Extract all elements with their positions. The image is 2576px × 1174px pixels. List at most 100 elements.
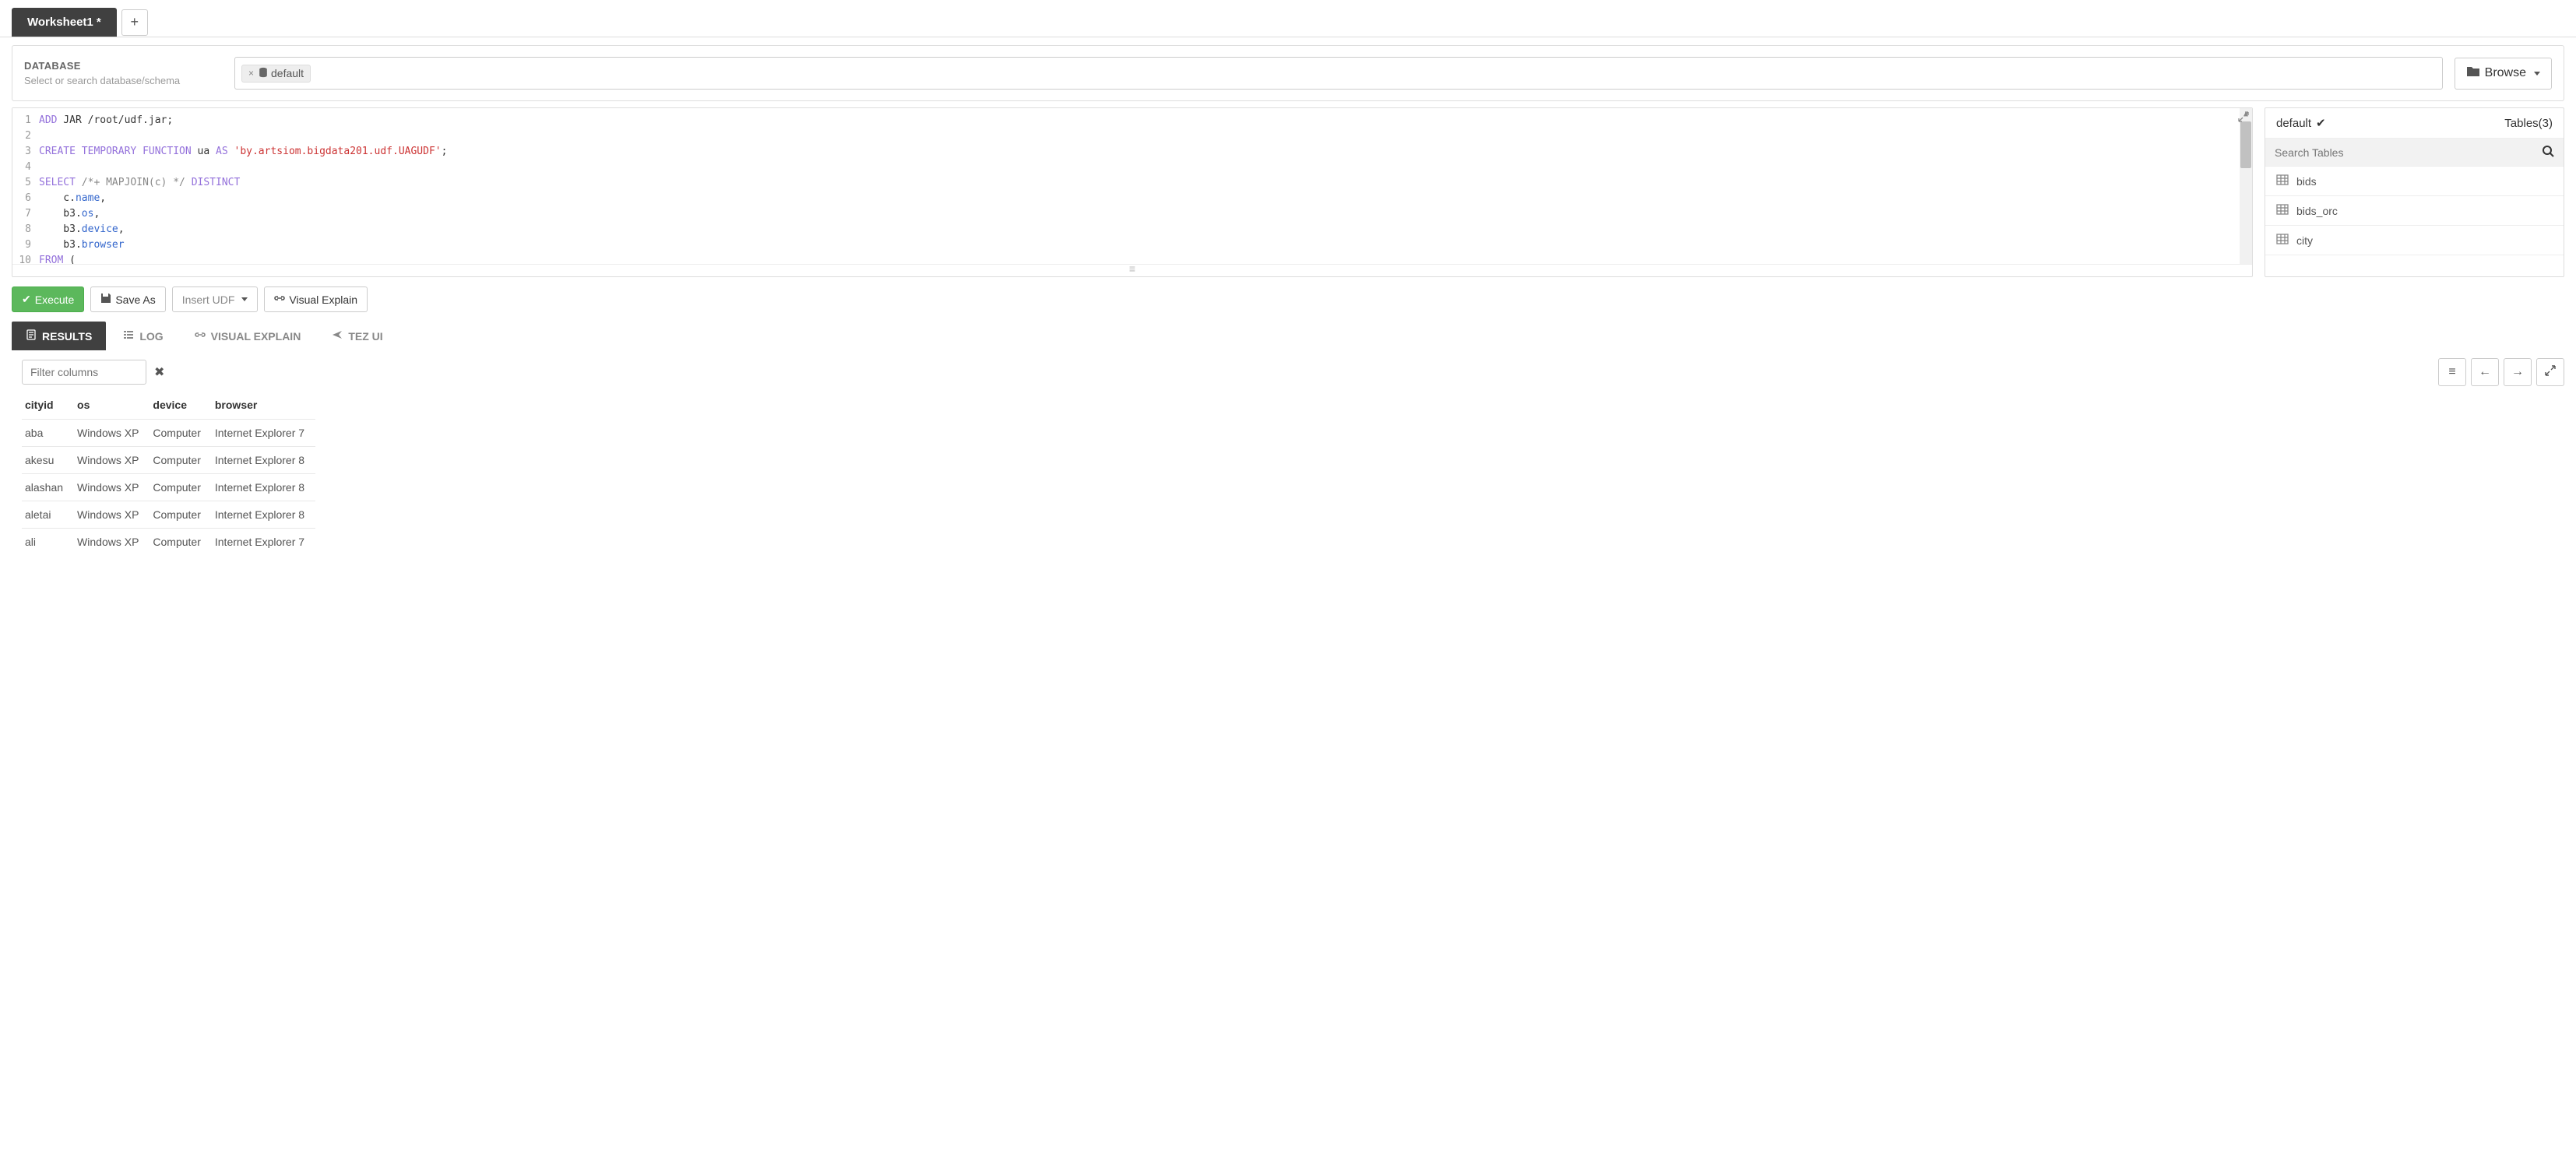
sql-editor[interactable]: 12345678910 ADD JAR /root/udf.jar; CREAT… — [12, 107, 2253, 277]
table-row: akesuWindows XPComputerInternet Explorer… — [22, 447, 315, 474]
tab-tez-ui[interactable]: TEZ UI — [318, 322, 396, 350]
results-toolbar: ✖ ≡ ← → — [0, 350, 2576, 392]
editor-expand-icon[interactable] — [2238, 111, 2249, 128]
table-cell: alashan — [22, 474, 74, 501]
tables-search-input[interactable] — [2275, 146, 2542, 159]
column-header[interactable]: browser — [212, 392, 315, 420]
results-table: cityidosdevicebrowser abaWindows XPCompu… — [22, 392, 315, 555]
table-row: alashanWindows XPComputerInternet Explor… — [22, 474, 315, 501]
plus-icon: + — [131, 14, 139, 30]
table-cell: Internet Explorer 8 — [212, 501, 315, 529]
tables-panel: default ✔ Tables(3) bids bids_orccity — [2265, 107, 2564, 277]
table-cell: Computer — [150, 420, 211, 447]
column-header[interactable]: cityid — [22, 392, 74, 420]
table-item[interactable]: bids — [2265, 167, 2564, 196]
table-row: aliWindows XPComputerInternet Explorer 7 — [22, 529, 315, 556]
editor-gutter: 12345678910 — [12, 108, 36, 264]
table-icon — [2276, 204, 2289, 217]
editor-resize-handle[interactable]: ≡ — [12, 264, 2252, 276]
browse-button[interactable]: Browse — [2455, 58, 2552, 90]
caret-down-icon — [241, 297, 248, 301]
save-icon — [100, 293, 111, 306]
database-label: DATABASE — [24, 60, 223, 72]
table-cell: Computer — [150, 474, 211, 501]
table-item[interactable]: city — [2265, 226, 2564, 255]
clear-filter-icon[interactable]: ✖ — [151, 361, 167, 383]
list-icon — [123, 329, 134, 343]
table-cell: Windows XP — [74, 529, 150, 556]
insert-udf-button[interactable]: Insert UDF — [172, 286, 259, 312]
results-prev-button[interactable]: ← — [2471, 358, 2499, 386]
table-cell: aba — [22, 420, 74, 447]
check-icon: ✔ — [2316, 116, 2326, 130]
add-worksheet-button[interactable]: + — [121, 9, 148, 36]
database-icon — [258, 67, 269, 80]
result-tabs: RESULTS LOG VISUAL EXPLAIN TEZ UI — [0, 322, 2576, 350]
database-select[interactable]: × default — [234, 57, 2443, 90]
table-item[interactable]: bids_orc — [2265, 196, 2564, 226]
table-row: abaWindows XPComputerInternet Explorer 7 — [22, 420, 315, 447]
worksheet-tabs: Worksheet1 * + — [0, 0, 2576, 37]
scrollbar-thumb[interactable] — [2240, 121, 2251, 168]
database-chip-label: default — [271, 67, 304, 79]
table-cell: Windows XP — [74, 501, 150, 529]
table-item-label: city — [2296, 234, 2313, 247]
link-icon — [195, 329, 206, 343]
editor-content[interactable]: ADD JAR /root/udf.jar; CREATE TEMPORARY … — [36, 108, 453, 264]
table-cell: ali — [22, 529, 74, 556]
menu-icon: ≡ — [2448, 365, 2455, 379]
database-help: Select or search database/schema — [24, 75, 223, 86]
execute-label: Execute — [35, 294, 75, 306]
arrow-right-icon: → — [2511, 365, 2524, 379]
save-as-button[interactable]: Save As — [90, 286, 165, 312]
save-as-label: Save As — [115, 294, 155, 306]
column-header[interactable]: device — [150, 392, 211, 420]
table-icon — [2276, 174, 2289, 188]
table-cell: Internet Explorer 7 — [212, 420, 315, 447]
visual-explain-label: Visual Explain — [289, 294, 357, 306]
results-next-button[interactable]: → — [2504, 358, 2532, 386]
table-cell: aletai — [22, 501, 74, 529]
tab-results-label: RESULTS — [42, 330, 92, 343]
tables-search[interactable] — [2265, 138, 2564, 167]
table-cell: Internet Explorer 8 — [212, 474, 315, 501]
visual-explain-button[interactable]: Visual Explain — [264, 286, 368, 312]
table-row: aletaiWindows XPComputerInternet Explore… — [22, 501, 315, 529]
filter-columns-input[interactable] — [22, 360, 146, 385]
caret-down-icon — [2534, 72, 2540, 76]
table-cell: Computer — [150, 529, 211, 556]
search-icon[interactable] — [2542, 145, 2554, 160]
folder-icon — [2466, 65, 2480, 82]
plane-icon — [332, 329, 343, 343]
table-cell: Computer — [150, 447, 211, 474]
database-chip[interactable]: × default — [241, 65, 311, 83]
arrow-left-icon: ← — [2479, 365, 2491, 379]
table-cell: Windows XP — [74, 420, 150, 447]
check-icon: ✔ — [22, 293, 31, 306]
table-item-label: bids_orc — [2296, 205, 2338, 217]
tab-tez-ui-label: TEZ UI — [348, 330, 382, 343]
tab-visual-explain[interactable]: VISUAL EXPLAIN — [181, 322, 315, 350]
link-icon — [274, 293, 285, 306]
tables-db-name[interactable]: default ✔ — [2276, 116, 2326, 130]
table-cell: Windows XP — [74, 474, 150, 501]
document-icon — [26, 329, 37, 343]
tab-log[interactable]: LOG — [109, 322, 177, 350]
execute-button[interactable]: ✔ Execute — [12, 286, 84, 312]
table-cell: Windows XP — [74, 447, 150, 474]
table-cell: Internet Explorer 8 — [212, 447, 315, 474]
worksheet-tab[interactable]: Worksheet1 * — [12, 8, 117, 37]
tables-db-label: default — [2276, 117, 2311, 130]
tables-count: Tables(3) — [2504, 117, 2553, 130]
results-menu-button[interactable]: ≡ — [2438, 358, 2466, 386]
table-cell: Internet Explorer 7 — [212, 529, 315, 556]
remove-chip-icon[interactable]: × — [248, 68, 254, 79]
tab-log-label: LOG — [139, 330, 163, 343]
table-icon — [2276, 234, 2289, 247]
browse-label: Browse — [2485, 66, 2526, 80]
tab-results[interactable]: RESULTS — [12, 322, 106, 350]
column-header[interactable]: os — [74, 392, 150, 420]
results-expand-button[interactable] — [2536, 358, 2564, 386]
editor-scrollbar[interactable]: ▲ — [2240, 108, 2252, 264]
tab-visual-explain-label: VISUAL EXPLAIN — [211, 330, 301, 343]
